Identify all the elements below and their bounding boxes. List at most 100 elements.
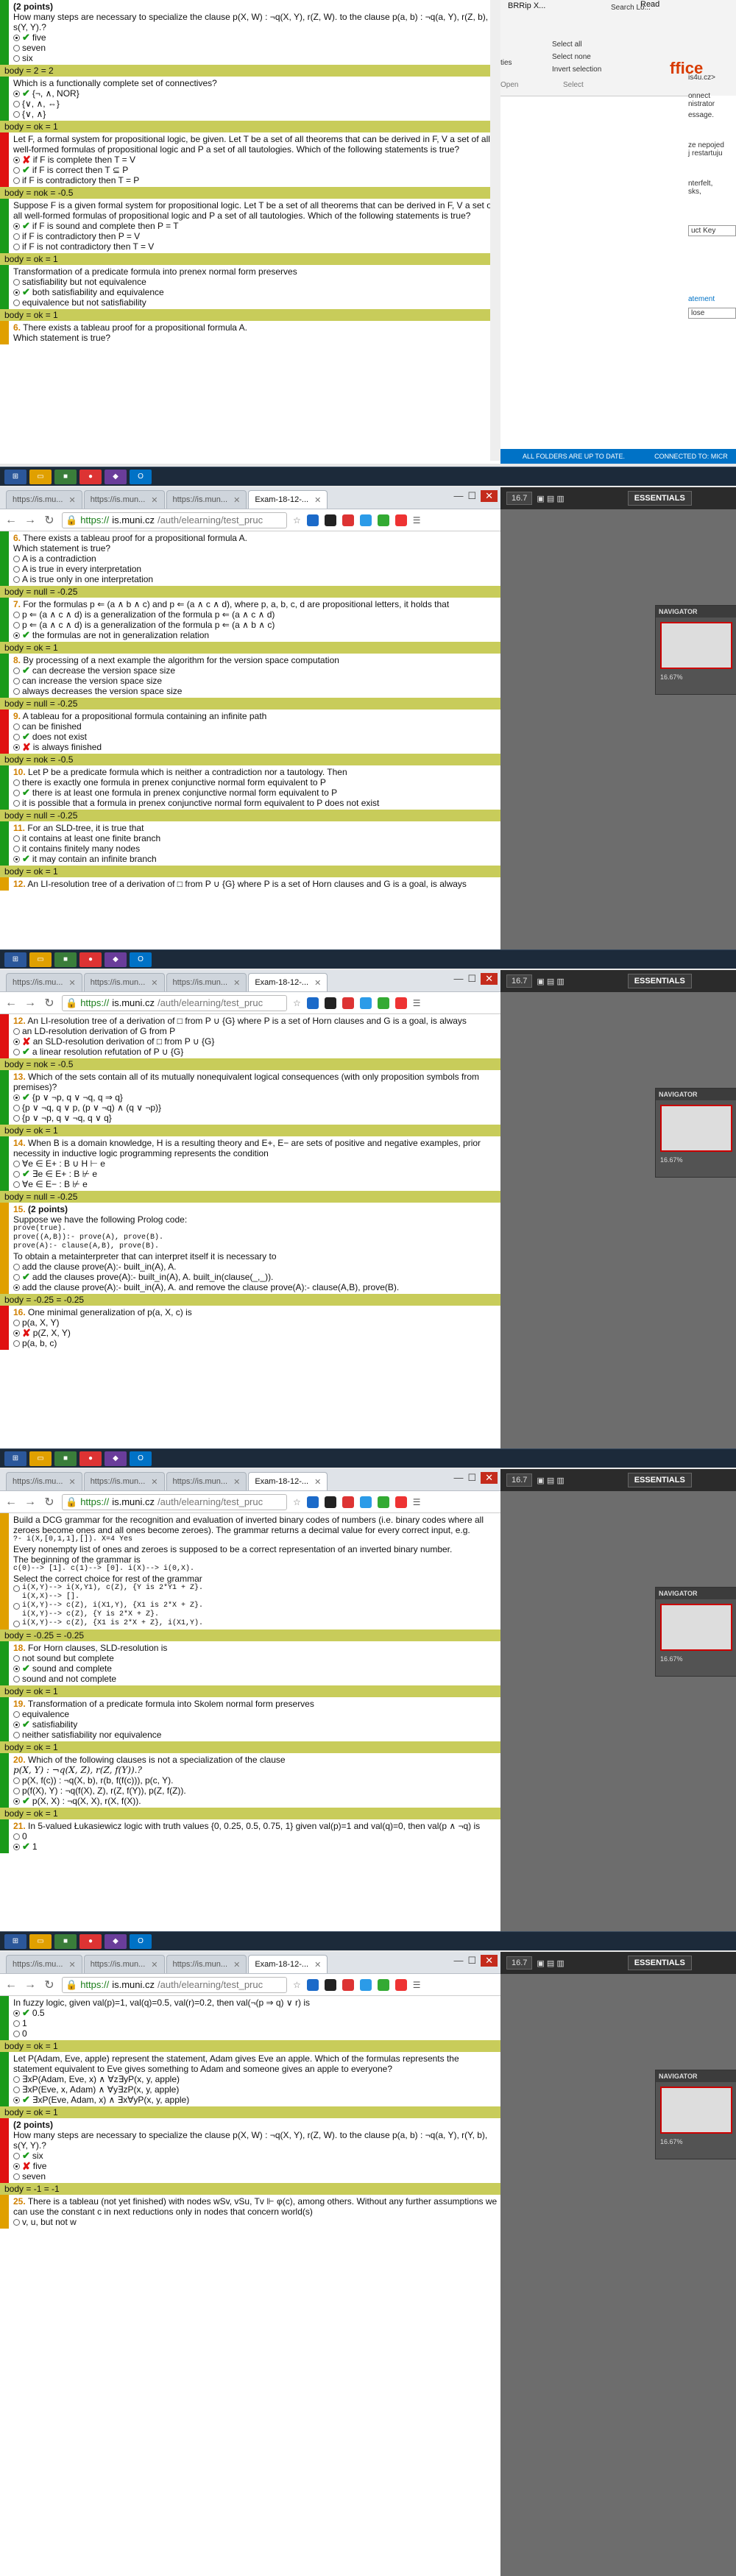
extension-icon[interactable] (394, 1496, 407, 1508)
reload-icon[interactable]: ↻ (43, 1978, 56, 1992)
radio[interactable] (13, 576, 20, 583)
extension-icon[interactable] (394, 514, 407, 526)
radio[interactable] (13, 2030, 20, 2037)
answer-option[interactable]: p ⇐ (a ∧ c ∧ d) is a generalization of t… (13, 620, 498, 630)
forward-icon[interactable]: → (24, 1496, 37, 1509)
essentials-button[interactable]: ESSENTIALS (627, 491, 692, 506)
radio[interactable] (13, 243, 20, 250)
radio[interactable] (13, 1731, 20, 1738)
answer-option[interactable]: ✔ can decrease the version space size (13, 665, 498, 676)
close-tab-icon[interactable]: ✕ (314, 978, 321, 988)
answer-option[interactable]: it contains finitely many nodes (13, 843, 498, 854)
outlook-icon[interactable]: O (130, 469, 152, 484)
radio-selected[interactable] (13, 2009, 20, 2017)
answer-option[interactable]: ✔ 1 (13, 1841, 498, 1852)
radio[interactable] (13, 1340, 20, 1347)
radio-selected[interactable] (13, 631, 20, 639)
url-field[interactable]: 🔒 https://is.muni.cz/auth/elearning/test_… (62, 1493, 287, 1510)
answer-option[interactable]: ✔ does not exist (13, 732, 498, 742)
radio[interactable] (13, 845, 20, 852)
extension-icon[interactable] (342, 1978, 354, 1991)
url-field[interactable]: 🔒 https://is.muni.cz/auth/elearning/test_… (62, 512, 287, 528)
radio[interactable] (13, 835, 20, 842)
browser-tab[interactable]: https://is.mun... ✕ (83, 1472, 165, 1490)
answer-option[interactable]: ✔ there is at least one formula in prenex… (13, 788, 498, 798)
extension-icon[interactable] (306, 1496, 319, 1508)
radio[interactable] (13, 1273, 20, 1281)
option-a[interactable]: ✘ if F is complete then T = V (13, 155, 498, 165)
option-b[interactable]: seven (13, 43, 498, 53)
scrollbar[interactable] (490, 0, 500, 461)
invert-selection-button[interactable]: Invert selection (552, 66, 601, 74)
minimize-icon[interactable]: — (453, 1955, 463, 1967)
menu-icon[interactable]: ☰ (413, 1497, 421, 1507)
radio-selected[interactable] (13, 1843, 20, 1850)
extension-icon[interactable] (377, 997, 389, 1009)
extension-icon[interactable] (324, 997, 336, 1009)
answer-option[interactable]: 0 (13, 1831, 498, 1841)
zoom-field[interactable]: 16.7 (506, 1956, 533, 1970)
answer-option[interactable]: ✘ five (13, 2161, 498, 2171)
answer-option[interactable]: p(f(X), Y) : ¬q(f(X), Z), r(Z, f(Y)), p(… (13, 1786, 498, 1796)
radio[interactable] (13, 611, 20, 618)
answer-option[interactable]: equivalence (13, 1709, 498, 1719)
radio[interactable] (13, 278, 20, 286)
extension-icon[interactable] (394, 1978, 407, 1991)
option-a[interactable]: ✔ five (13, 32, 498, 43)
browser-tab-active[interactable]: Exam-18-12-... ✕ (248, 1472, 328, 1490)
close-tab-icon[interactable]: ✕ (233, 978, 240, 988)
close-window-icon[interactable]: ✕ (481, 973, 498, 985)
radio[interactable] (13, 1710, 20, 1718)
extension-icon[interactable] (324, 514, 336, 526)
radio[interactable] (13, 1620, 20, 1627)
windows-icon[interactable]: ⊞ (4, 1933, 26, 1949)
radio[interactable] (13, 1027, 20, 1035)
close-window-icon[interactable]: ✕ (481, 490, 498, 502)
answer-option[interactable]: ✔ it may contain an infinite branch (13, 854, 498, 864)
radio-selected[interactable] (13, 289, 20, 296)
answer-option[interactable]: ✔ p(X, X) : ¬q(X, X), r(X, f(X)). (13, 1796, 498, 1806)
maximize-icon[interactable]: ☐ (467, 1472, 476, 1484)
close-tab-icon[interactable]: ✕ (68, 1960, 75, 1970)
close-button[interactable]: lose (688, 308, 736, 319)
close-tab-icon[interactable]: ✕ (151, 978, 158, 988)
answer-option[interactable]: {p ∨ ¬p, q ∨ ¬q, q ∨ q} (13, 1113, 498, 1123)
radio[interactable] (13, 44, 20, 52)
reload-icon[interactable]: ↻ (43, 513, 56, 528)
menu-icon[interactable]: ☰ (413, 515, 421, 526)
radio[interactable] (13, 299, 20, 306)
option-a[interactable]: ✔ {¬, ∧, NOR} (13, 88, 498, 99)
close-tab-icon[interactable]: ✕ (151, 1960, 158, 1970)
answer-option[interactable]: i(X,Y)--> c(Z), {X1 is 2*X + Z}, i(X1,Y)… (13, 1619, 498, 1628)
extension-icon[interactable] (306, 1978, 319, 1991)
radio[interactable] (13, 621, 20, 629)
search-box[interactable]: Search Lo... (611, 4, 651, 12)
answer-option[interactable]: add the clause prove(A):- built_in(A), A… (13, 1262, 498, 1272)
browser-tab[interactable]: https://is.mun... ✕ (83, 973, 165, 991)
radio[interactable] (13, 789, 20, 796)
option-a[interactable]: satisfiability but not equivalence (13, 277, 498, 287)
radio[interactable] (13, 1160, 20, 1167)
option-c[interactable]: if F is contradictory then T = P (13, 175, 498, 185)
reload-icon[interactable]: ↻ (43, 996, 56, 1011)
radio[interactable] (13, 1114, 20, 1122)
option-a[interactable]: ✔ if F is sound and complete then P = T (13, 221, 498, 231)
radio[interactable] (13, 565, 20, 573)
answer-option[interactable]: it is possible that a formula in prenex … (13, 798, 498, 808)
app-icon[interactable]: ◆ (105, 952, 127, 967)
answer-option[interactable]: seven (13, 2171, 498, 2182)
radio-selected[interactable] (13, 855, 20, 863)
minimize-icon[interactable]: — (453, 1472, 463, 1484)
folder-icon[interactable]: ▭ (29, 952, 52, 967)
radio[interactable] (13, 1675, 20, 1682)
answer-option[interactable]: ∀e ∈ E− : B ⊬ e (13, 1179, 498, 1189)
essentials-button[interactable]: ESSENTIALS (627, 974, 692, 988)
menu-icon[interactable]: ☰ (413, 998, 421, 1008)
radio[interactable] (13, 723, 20, 730)
answer-option[interactable]: sound and not complete (13, 1674, 498, 1684)
answer-option[interactable]: ✘ is always finished (13, 742, 498, 752)
close-tab-icon[interactable]: ✕ (68, 978, 75, 988)
app-icon[interactable]: ● (79, 952, 102, 967)
radio-selected[interactable] (13, 90, 20, 97)
browser-tab-active[interactable]: Exam-18-12-... ✕ (248, 1955, 328, 1973)
